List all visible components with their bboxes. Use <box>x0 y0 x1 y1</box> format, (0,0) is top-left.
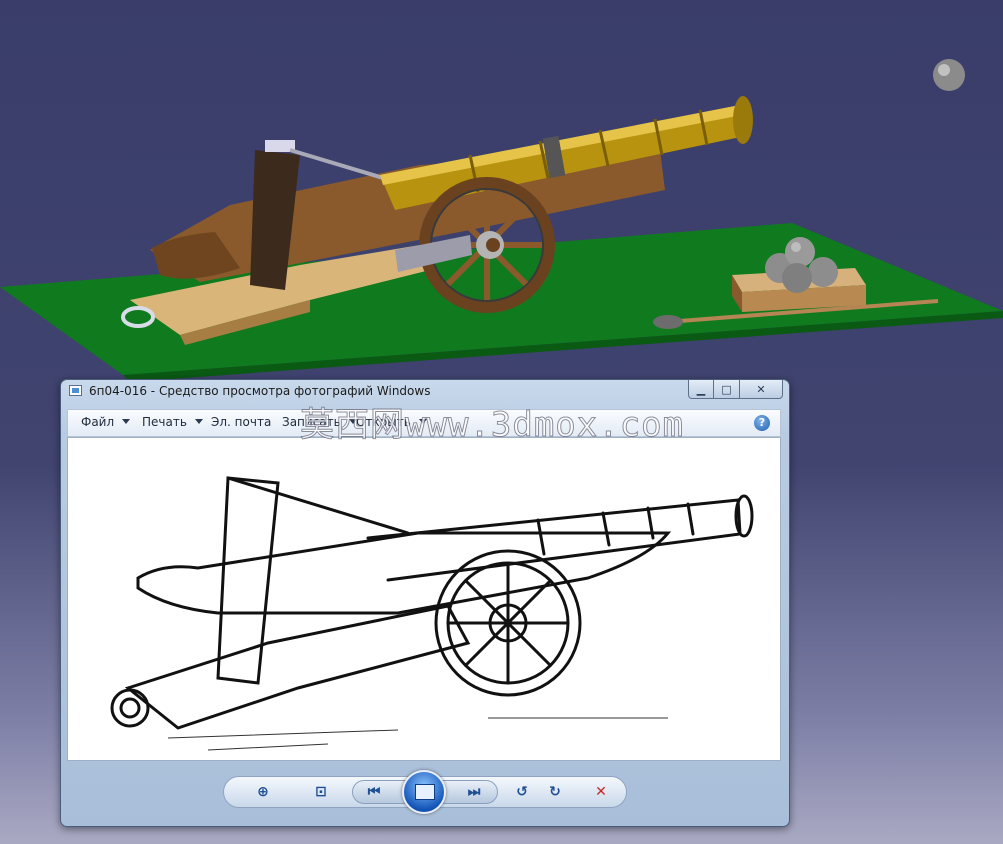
photo-viewer-window: 6п04-016 - Средство просмотра фотографий… <box>60 379 790 827</box>
window-title: 6п04-016 - Средство просмотра фотографий… <box>89 384 431 398</box>
window-controls: ▁ □ ✕ <box>688 380 783 399</box>
slideshow-icon[interactable] <box>402 770 446 814</box>
rotate-ccw-icon[interactable]: ↺ <box>509 782 535 802</box>
actual-size-icon[interactable]: ⊡ <box>308 782 334 802</box>
menu-file-label: Файл <box>81 415 115 429</box>
menu-email-label: Эл. почта <box>211 415 272 429</box>
cannonball-floating <box>933 59 965 91</box>
menu-print-label: Печать <box>142 415 187 429</box>
help-icon[interactable]: ? <box>754 415 770 431</box>
chevron-down-icon <box>122 419 131 424</box>
chevron-down-icon <box>194 419 203 424</box>
menu-email[interactable]: Эл. почта <box>211 415 271 429</box>
bottom-toolbar: ⊕ ⊡ ⏮ ⏭ ↺ ↻ ✕ <box>223 770 627 814</box>
menu-print[interactable]: Печать <box>142 415 203 429</box>
close-button[interactable]: ✕ <box>740 380 783 399</box>
next-icon[interactable]: ⏭ <box>461 782 487 802</box>
close-icon: ✕ <box>756 382 766 396</box>
maximize-button[interactable]: □ <box>714 380 740 399</box>
menu-file[interactable]: Файл <box>81 415 131 429</box>
photo-viewer-app-icon <box>69 385 82 396</box>
watermark: 莫西网www.3dmox.com <box>299 405 685 446</box>
previous-icon[interactable]: ⏮ <box>361 782 387 802</box>
zoom-icon[interactable]: ⊕ <box>250 782 276 802</box>
maximize-icon: □ <box>721 382 732 396</box>
photo-display-area[interactable] <box>67 437 781 761</box>
delete-icon[interactable]: ✕ <box>588 782 614 802</box>
minimize-icon: ▁ <box>696 382 706 396</box>
rotate-cw-icon[interactable]: ↻ <box>542 782 568 802</box>
cannon-sketch-image <box>110 476 754 751</box>
minimize-button[interactable]: ▁ <box>688 380 714 399</box>
